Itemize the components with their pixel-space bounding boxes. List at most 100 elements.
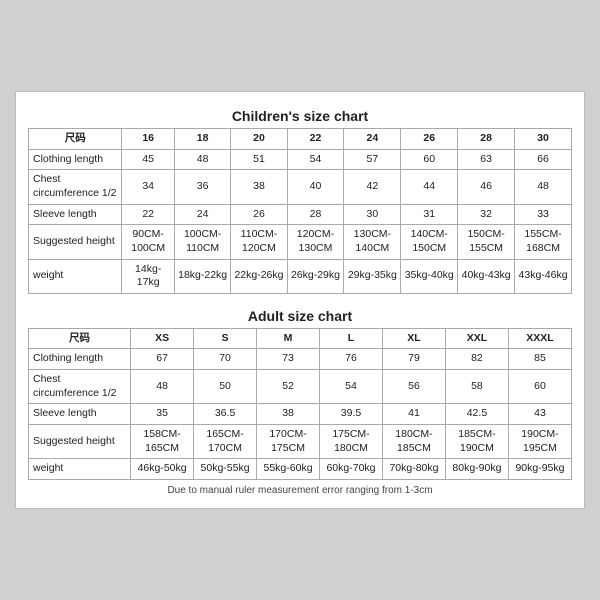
adult-cell-0-6: 85 [508, 349, 571, 370]
children-cell-0-2: 51 [231, 149, 287, 170]
children-cell-2-0: 22 [122, 204, 174, 225]
adult-header-3: M [257, 328, 320, 349]
children-row-4: weight14kg-17kg18kg-22kg22kg-26kg26kg-29… [29, 259, 572, 293]
children-row-label-2: Sleeve length [29, 204, 122, 225]
adult-row-3: Suggested height158CM-165CM165CM-170CM 17… [29, 425, 572, 459]
children-cell-3-1: 100CM-110CM [174, 225, 231, 259]
adult-cell-1-5: 58 [445, 370, 508, 404]
adult-cell-4-6: 90kg-95kg [508, 459, 571, 480]
adult-row-label-1: Chest circumference 1/2 [29, 370, 131, 404]
adult-cell-1-3: 54 [320, 370, 383, 404]
children-table: 尺码1618202224262830 Clothing length454851… [28, 128, 572, 294]
children-cell-0-7: 66 [515, 149, 572, 170]
children-cell-1-5: 44 [401, 170, 458, 204]
adult-cell-4-1: 50kg-55kg [194, 459, 257, 480]
children-cell-1-2: 38 [231, 170, 287, 204]
children-row-label-0: Clothing length [29, 149, 122, 170]
children-cell-0-4: 57 [344, 149, 401, 170]
children-cell-4-2: 22kg-26kg [231, 259, 287, 293]
children-cell-1-0: 34 [122, 170, 174, 204]
children-header-5: 24 [344, 129, 401, 150]
adult-cell-2-1: 36.5 [194, 404, 257, 425]
children-header-0: 尺码 [29, 129, 122, 150]
adult-cell-1-2: 52 [257, 370, 320, 404]
adult-row-label-4: weight [29, 459, 131, 480]
adult-cell-4-3: 60kg-70kg [320, 459, 383, 480]
children-cell-3-2: 110CM-120CM [231, 225, 287, 259]
children-header-6: 26 [401, 129, 458, 150]
adult-cell-2-3: 39.5 [320, 404, 383, 425]
children-cell-2-4: 30 [344, 204, 401, 225]
adult-cell-0-5: 82 [445, 349, 508, 370]
children-cell-4-7: 43kg-46kg [515, 259, 572, 293]
children-cell-2-6: 32 [458, 204, 515, 225]
children-cell-2-2: 26 [231, 204, 287, 225]
children-cell-0-5: 60 [401, 149, 458, 170]
children-row-3: Suggested height90CM-100CM100CM-110CM110… [29, 225, 572, 259]
adult-cell-2-6: 43 [508, 404, 571, 425]
children-header-3: 20 [231, 129, 287, 150]
adult-header-4: L [320, 328, 383, 349]
children-cell-0-0: 45 [122, 149, 174, 170]
adult-cell-0-0: 67 [131, 349, 194, 370]
children-cell-4-0: 14kg-17kg [122, 259, 174, 293]
children-cell-0-3: 54 [287, 149, 344, 170]
children-row-0: Clothing length4548515457606366 [29, 149, 572, 170]
adult-row-label-0: Clothing length [29, 349, 131, 370]
adult-row-1: Chest circumference 1/248505254565860 [29, 370, 572, 404]
children-cell-2-1: 24 [174, 204, 231, 225]
adult-cell-2-0: 35 [131, 404, 194, 425]
children-cell-1-6: 46 [458, 170, 515, 204]
children-header-4: 22 [287, 129, 344, 150]
adult-header-7: XXXL [508, 328, 571, 349]
adult-header-0: 尺码 [29, 328, 131, 349]
children-row-label-1: Chest circumference 1/2 [29, 170, 122, 204]
children-cell-4-1: 18kg-22kg [174, 259, 231, 293]
adult-cell-4-2: 55kg-60kg [257, 459, 320, 480]
adult-cell-3-1: 165CM-170CM [194, 425, 257, 459]
adult-cell-1-1: 50 [194, 370, 257, 404]
adult-title: Adult size chart [28, 302, 572, 328]
footer-note: Due to manual ruler measurement error ra… [28, 480, 572, 498]
children-cell-1-7: 48 [515, 170, 572, 204]
children-cell-3-4: 130CM-140CM [344, 225, 401, 259]
adult-cell-3-0: 158CM-165CM [131, 425, 194, 459]
children-cell-1-1: 36 [174, 170, 231, 204]
adult-cell-1-0: 48 [131, 370, 194, 404]
adult-cell-1-4: 56 [382, 370, 445, 404]
children-cell-4-5: 35kg-40kg [401, 259, 458, 293]
children-cell-2-5: 31 [401, 204, 458, 225]
children-cell-1-4: 42 [344, 170, 401, 204]
children-cell-4-3: 26kg-29kg [287, 259, 344, 293]
children-row-label-4: weight [29, 259, 122, 293]
adult-table: 尺码XSSMLXLXXLXXXL Clothing length67707376… [28, 328, 572, 480]
children-cell-2-3: 28 [287, 204, 344, 225]
children-title: Children's size chart [28, 102, 572, 128]
adult-cell-4-5: 80kg-90kg [445, 459, 508, 480]
children-header-8: 30 [515, 129, 572, 150]
adult-cell-4-4: 70kg-80kg [382, 459, 445, 480]
children-cell-3-0: 90CM-100CM [122, 225, 174, 259]
children-row-2: Sleeve length2224262830313233 [29, 204, 572, 225]
children-cell-3-3: 120CM-130CM [287, 225, 344, 259]
adult-row-label-2: Sleeve length [29, 404, 131, 425]
children-cell-3-5: 140CM-150CM [401, 225, 458, 259]
children-header-2: 18 [174, 129, 231, 150]
adult-cell-0-1: 70 [194, 349, 257, 370]
adult-row-label-3: Suggested height [29, 425, 131, 459]
children-cell-3-7: 155CM-168CM [515, 225, 572, 259]
adult-cell-1-6: 60 [508, 370, 571, 404]
adult-header-1: XS [131, 328, 194, 349]
adult-cell-2-2: 38 [257, 404, 320, 425]
adult-cell-0-3: 76 [320, 349, 383, 370]
children-cell-4-4: 29kg-35kg [344, 259, 401, 293]
children-cell-0-1: 48 [174, 149, 231, 170]
children-cell-2-7: 33 [515, 204, 572, 225]
children-cell-4-6: 40kg-43kg [458, 259, 515, 293]
adult-header-2: S [194, 328, 257, 349]
adult-cell-3-4: 180CM-185CM [382, 425, 445, 459]
adult-cell-4-0: 46kg-50kg [131, 459, 194, 480]
children-cell-0-6: 63 [458, 149, 515, 170]
adult-row-0: Clothing length67707376798285 [29, 349, 572, 370]
adult-cell-3-3: 175CM-180CM [320, 425, 383, 459]
